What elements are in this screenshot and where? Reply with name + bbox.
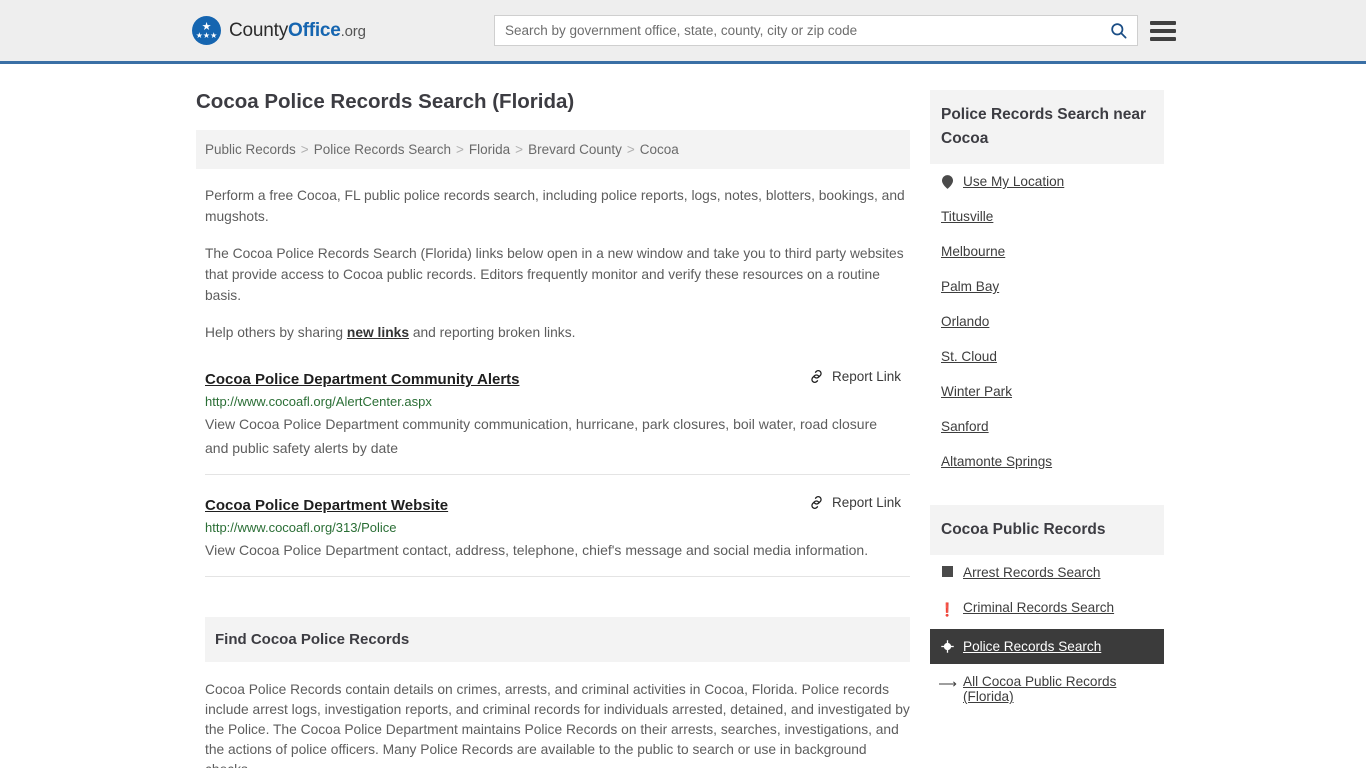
- nearby-list: Use My Location Titusville Melbourne Pal…: [930, 164, 1164, 479]
- result-item: Cocoa Police Department Community Alerts…: [205, 343, 910, 475]
- sidebar-item-all-public-records[interactable]: ⟶ All Cocoa Public Records (Florida): [930, 664, 1164, 714]
- sidebar-link-label[interactable]: Orlando: [941, 314, 989, 329]
- share-paragraph: Help others by sharing new links and rep…: [205, 322, 910, 343]
- page-layout: Cocoa Police Records Search (Florida) Pu…: [196, 64, 1170, 768]
- sidebar-link-label[interactable]: Winter Park: [941, 384, 1012, 399]
- broken-link-icon: [811, 496, 822, 509]
- sidebar-item-st-cloud[interactable]: St. Cloud: [930, 339, 1164, 374]
- breadcrumb-item-0[interactable]: Public Records: [205, 142, 296, 157]
- hamburger-bar-1: [1150, 20, 1176, 25]
- sidebar-item-orlando[interactable]: Orlando: [930, 304, 1164, 339]
- sidebar-link-label[interactable]: Titusville: [941, 209, 993, 224]
- breadcrumb: Public Records > Police Records Search > Flo…: [196, 130, 910, 169]
- search-bar: [494, 15, 1138, 46]
- page-container: Cocoa Police Records Search (Florida) Pu…: [0, 64, 1366, 768]
- breadcrumb-item-2[interactable]: Florida: [469, 142, 510, 157]
- eagle-seal-icon: ★ ★★★: [192, 16, 221, 45]
- breadcrumb-sep-0: >: [300, 142, 309, 157]
- breadcrumb-sep-1: >: [456, 142, 464, 157]
- find-records-body: Cocoa Police Records contain details on …: [205, 682, 910, 768]
- crosshair-icon: [941, 640, 954, 653]
- search-icon: [1110, 23, 1126, 39]
- sidebar-item-criminal-records-search[interactable]: ❗ Criminal Records Search: [930, 590, 1164, 629]
- public-records-panel-heading: Cocoa Public Records: [930, 505, 1164, 555]
- sidebar-item-arrest-records-search[interactable]: Arrest Records Search: [930, 555, 1164, 590]
- result-url: http://www.cocoafl.org/313/Police: [205, 520, 397, 535]
- report-link-button[interactable]: Report Link: [809, 495, 910, 510]
- new-links-link[interactable]: new links: [347, 325, 409, 340]
- result-description: View Cocoa Police Department community c…: [205, 416, 878, 456]
- intro-paragraph-2: The Cocoa Police Records Search (Florida…: [205, 246, 904, 303]
- page-title: Cocoa Police Records Search (Florida): [196, 90, 575, 113]
- result-item: Cocoa Police Department Website Report L…: [205, 475, 910, 577]
- exclamation-icon: ❗: [939, 602, 956, 617]
- result-header: Cocoa Police Department Community Alerts…: [205, 369, 910, 388]
- sidebar-link-label[interactable]: Police Records Search: [963, 639, 1101, 654]
- sidebar-link-label[interactable]: Melbourne: [941, 244, 1005, 259]
- sidebar-link-label[interactable]: Arrest Records Search: [963, 565, 1101, 580]
- public-records-list: Arrest Records Search ❗ Criminal Records…: [930, 555, 1164, 714]
- sidebar-link-label[interactable]: Criminal Records Search: [963, 600, 1114, 615]
- result-title-link[interactable]: Cocoa Police Department Community Alerts: [205, 371, 520, 388]
- sidebar-link-label[interactable]: Use My Location: [963, 174, 1064, 189]
- share-suffix: and reporting broken links.: [409, 325, 576, 340]
- sidebar-item-titusville[interactable]: Titusville: [930, 199, 1164, 234]
- hamburger-menu-icon[interactable]: [1150, 20, 1176, 41]
- public-records-panel: Cocoa Public Records Arrest Records Sear…: [930, 505, 1164, 714]
- hamburger-bar-2: [1150, 28, 1176, 33]
- sidebar-item-police-records-search[interactable]: Police Records Search: [930, 629, 1164, 664]
- sidebar-item-use-my-location[interactable]: Use My Location: [930, 164, 1164, 199]
- result-title-link[interactable]: Cocoa Police Department Website: [205, 497, 448, 514]
- report-link-label: Report Link: [831, 495, 901, 510]
- result-description: View Cocoa Police Department contact, ad…: [205, 542, 869, 558]
- brand-part1: County: [229, 19, 289, 41]
- result-header: Cocoa Police Department Website Report L…: [205, 495, 910, 514]
- sidebar-link-label[interactable]: St. Cloud: [941, 349, 997, 364]
- sidebar-item-melbourne[interactable]: Melbourne: [930, 234, 1164, 269]
- sidebar-link-label[interactable]: Sanford: [941, 419, 989, 434]
- search-input[interactable]: [495, 16, 1099, 45]
- intro-paragraph-1: Perform a free Cocoa, FL public police r…: [205, 188, 905, 224]
- breadcrumb-sep-3: >: [626, 142, 635, 157]
- hamburger-bar-3: [1150, 36, 1176, 41]
- nearby-panel: Police Records Search near Cocoa Use My …: [930, 90, 1164, 479]
- sidebar: Police Records Search near Cocoa Use My …: [930, 64, 1164, 714]
- sidebar-item-sanford[interactable]: Sanford: [930, 409, 1164, 444]
- brand-tld: .org: [340, 22, 366, 40]
- map-pin-icon: [941, 175, 954, 189]
- breadcrumb-item-3[interactable]: Brevard County: [528, 142, 622, 157]
- report-link-button[interactable]: Report Link: [809, 369, 910, 384]
- sidebar-link-label[interactable]: Altamonte Springs: [941, 454, 1052, 469]
- broken-link-icon: [811, 370, 822, 383]
- share-prefix: Help others by sharing: [205, 325, 347, 340]
- find-records-heading: Find Cocoa Police Records: [205, 617, 910, 662]
- breadcrumb-sep-2: >: [515, 142, 524, 157]
- report-link-label: Report Link: [831, 369, 901, 384]
- breadcrumb-item-4[interactable]: Cocoa: [640, 142, 679, 157]
- breadcrumb-item-1[interactable]: Police Records Search: [314, 142, 451, 157]
- main-content: Cocoa Police Records Search (Florida) Pu…: [196, 64, 910, 768]
- filled-square-icon: [941, 566, 954, 577]
- sidebar-item-altamonte-springs[interactable]: Altamonte Springs: [930, 444, 1164, 479]
- site-logo[interactable]: ★ ★★★ CountyOffice.org: [192, 16, 366, 45]
- result-url: http://www.cocoafl.org/AlertCenter.aspx: [205, 394, 432, 409]
- nearby-panel-heading: Police Records Search near Cocoa: [930, 90, 1164, 164]
- site-header: ★ ★★★ CountyOffice.org: [0, 0, 1366, 64]
- search-button[interactable]: [1099, 16, 1137, 45]
- sidebar-item-winter-park[interactable]: Winter Park: [930, 374, 1164, 409]
- brand-part2: Office: [288, 19, 341, 41]
- brand-text: CountyOffice.org: [229, 20, 366, 42]
- sidebar-link-label[interactable]: Palm Bay: [941, 279, 999, 294]
- sidebar-item-palm-bay[interactable]: Palm Bay: [930, 269, 1164, 304]
- sidebar-link-label[interactable]: All Cocoa Public Records (Florida): [963, 674, 1153, 704]
- arrow-right-icon: ⟶: [938, 676, 957, 691]
